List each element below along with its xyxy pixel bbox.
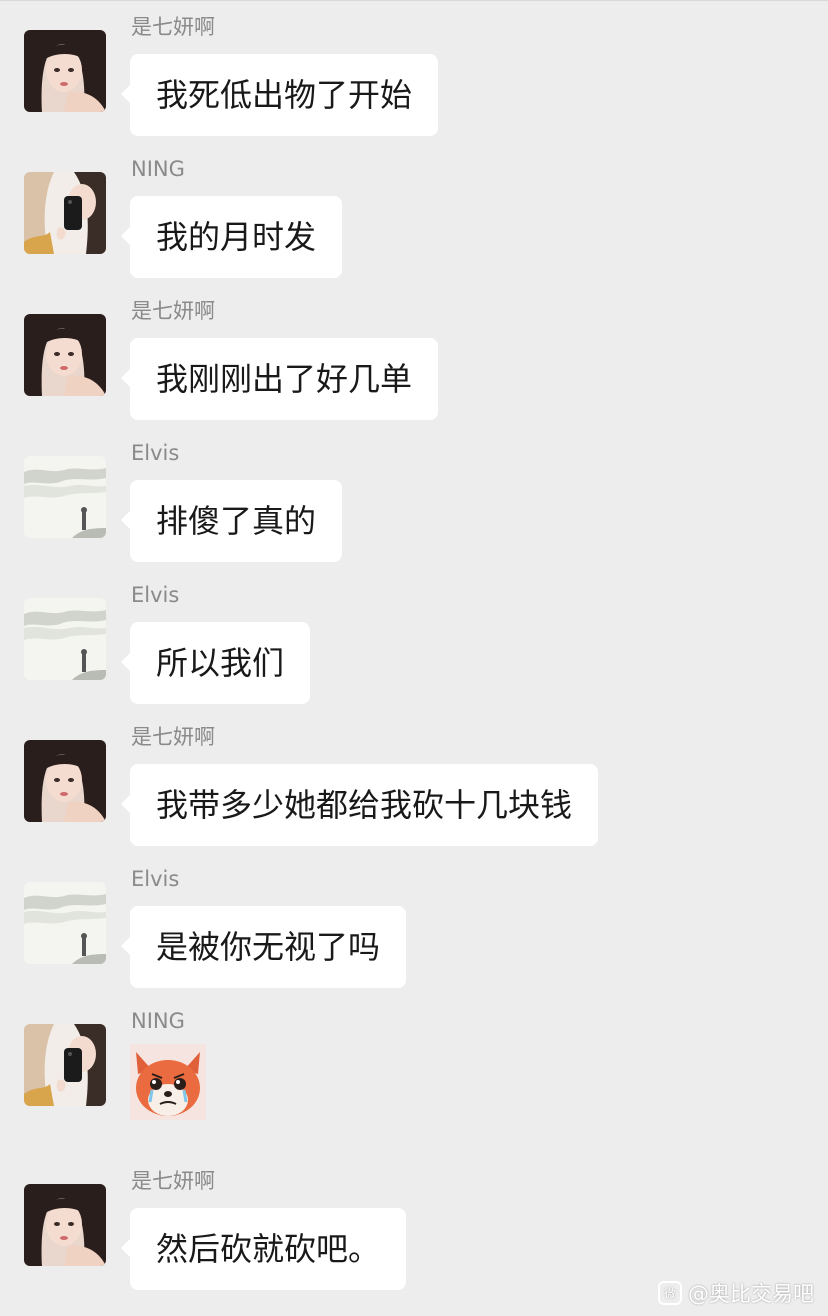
- avatar-phone-selfie[interactable]: [24, 172, 106, 254]
- sender-name: Elvis: [131, 583, 180, 607]
- sender-name: NING: [131, 157, 185, 181]
- watermark-text: @奥比交易吧: [688, 1282, 814, 1306]
- weibo-icon: 微: [658, 1281, 682, 1305]
- avatar-girl[interactable]: [24, 314, 106, 396]
- avatar-girl[interactable]: [24, 1184, 106, 1266]
- crying-fox-sticker[interactable]: [130, 1044, 206, 1120]
- avatar-phone-selfie[interactable]: [24, 1024, 106, 1106]
- watermark: 微 @奥比交易吧: [658, 1278, 814, 1308]
- sender-name: 是七妍啊: [131, 299, 215, 323]
- sender-name: 是七妍啊: [131, 1169, 215, 1193]
- message-bubble[interactable]: 是被你无视了吗: [120, 906, 407, 988]
- avatar-girl[interactable]: [24, 740, 106, 822]
- sender-name: Elvis: [131, 441, 180, 465]
- sender-name: NING: [131, 1009, 185, 1033]
- message-bubble[interactable]: 我的月时发: [120, 196, 343, 278]
- avatar-landscape[interactable]: [24, 882, 106, 964]
- message-bubble[interactable]: 然后砍就砍吧。: [120, 1208, 407, 1290]
- avatar-landscape[interactable]: [24, 598, 106, 680]
- message-bubble[interactable]: 排傻了真的: [120, 480, 343, 562]
- message-bubble[interactable]: 所以我们: [120, 622, 311, 704]
- avatar-landscape[interactable]: [24, 456, 106, 538]
- message-bubble[interactable]: 我带多少她都给我砍十几块钱: [120, 764, 599, 846]
- avatar-girl[interactable]: [24, 30, 106, 112]
- sender-name: 是七妍啊: [131, 15, 215, 39]
- sender-name: Elvis: [131, 867, 180, 891]
- top-divider: [0, 0, 828, 1]
- sender-name: 是七妍啊: [131, 725, 215, 749]
- message-bubble[interactable]: 我死低出物了开始: [120, 54, 439, 136]
- message-bubble[interactable]: 我刚刚出了好几单: [120, 338, 439, 420]
